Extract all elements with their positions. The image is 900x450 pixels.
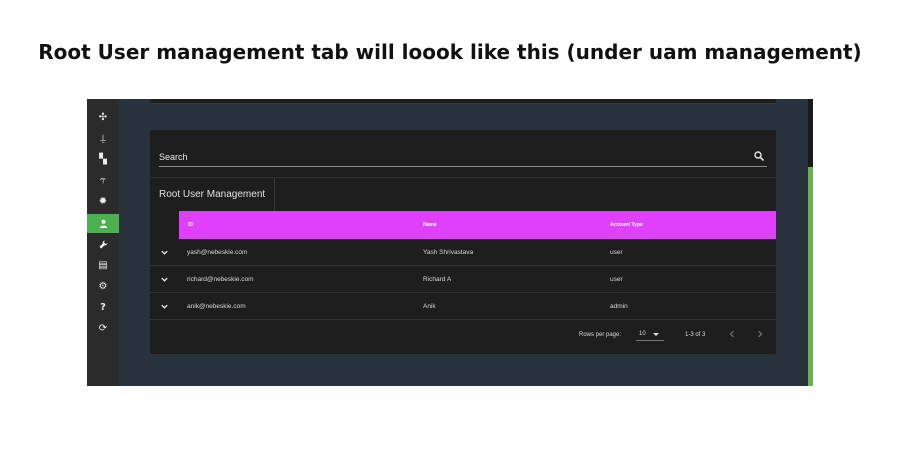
cell-account-type: user — [610, 248, 623, 256]
table-row[interactable]: yash@nebeskie.com Yash Shrivastava user — [150, 239, 776, 266]
rows-per-page-label: Rows per page: — [579, 332, 622, 338]
log-icon: ▤ — [98, 260, 108, 271]
bulb-icon: ✹ — [98, 196, 108, 207]
sidebar-item-sync[interactable]: ⟳ — [87, 319, 119, 338]
column-header-name[interactable]: Name — [423, 211, 437, 239]
help-icon: ? — [100, 302, 106, 313]
sidebar-item-help[interactable]: ? — [87, 298, 119, 317]
cell-name: Richard A — [423, 275, 452, 283]
column-header-id[interactable]: ID — [188, 211, 193, 239]
cell-account-type: admin — [610, 302, 628, 310]
chevron-left-icon[interactable] — [727, 329, 737, 339]
user-icon — [99, 219, 107, 228]
table-row[interactable]: richard@nebeskie.com Richard A user — [150, 266, 776, 293]
chevron-down-icon[interactable] — [160, 302, 169, 311]
sidebar-item-dashboard[interactable]: ▚ — [87, 150, 119, 169]
app-screenshot: ▬ ✣ ⍊ ▚ ⥾ ✹ ▤ ⚙ — [87, 99, 813, 386]
cell-name: Anik — [423, 302, 436, 310]
table-header-gutter — [150, 211, 179, 239]
sidebar-item-settings[interactable]: ⚙ — [87, 277, 119, 296]
scrollbar-thumb[interactable] — [808, 167, 813, 386]
sidebar-item-wrench[interactable] — [87, 235, 119, 254]
chevron-right-icon[interactable] — [755, 329, 765, 339]
caret-down-icon — [653, 333, 659, 336]
sidebar-item-tower[interactable]: ⍊ — [87, 129, 119, 148]
cell-account-type: user — [610, 275, 623, 283]
rows-per-page-select[interactable]: 10 — [636, 328, 664, 341]
chevron-down-icon[interactable] — [160, 248, 169, 257]
search-input[interactable] — [159, 150, 739, 164]
search-icon[interactable] — [753, 150, 765, 162]
table-header: ID Name Account Type — [150, 211, 776, 239]
uam-panel: Root User Management ID Name Account Typ… — [150, 130, 776, 354]
route-icon: ⥾ — [100, 175, 106, 186]
fan-icon: ✣ — [98, 112, 108, 123]
sidebar-item-fan[interactable]: ✣ — [87, 108, 119, 127]
table-header-bar — [179, 211, 776, 239]
cell-id: richard@nebeskie.com — [187, 275, 254, 283]
section-header: Root User Management — [150, 177, 776, 211]
sidebar: ▬ ✣ ⍊ ▚ ⥾ ✹ ▤ ⚙ — [87, 99, 119, 386]
table-row[interactable]: anik@nebeskie.com Anik admin — [150, 293, 776, 320]
table-pagination: Rows per page: 10 1-3 of 3 — [150, 323, 776, 351]
cell-id: yash@nebeskie.com — [187, 248, 248, 256]
sidebar-item-log[interactable]: ▤ — [87, 256, 119, 275]
sidebar-item-bulb[interactable]: ✹ — [87, 192, 119, 211]
sync-icon: ⟳ — [98, 323, 108, 334]
sidebar-item-users[interactable] — [87, 214, 119, 233]
search-bar — [159, 148, 767, 167]
sidebar-item-partial[interactable]: ▬ — [87, 99, 119, 106]
dashboard-icon: ▚ — [99, 154, 107, 165]
chevron-down-icon[interactable] — [160, 275, 169, 284]
pagination-range: 1-3 of 3 — [685, 332, 706, 338]
rows-per-page-value: 10 — [639, 331, 646, 337]
wrench-icon — [98, 240, 108, 249]
cell-name: Yash Shrivastava — [423, 248, 474, 256]
top-panel-edge — [150, 99, 776, 104]
gear-icon: ⚙ — [98, 281, 108, 292]
tower-icon: ⍊ — [100, 133, 106, 144]
cell-id: anik@nebeskie.com — [187, 302, 246, 310]
tab-root-user-management[interactable]: Root User Management — [150, 178, 276, 211]
page-caption: Root User management tab will loook like… — [38, 40, 862, 64]
sidebar-item-route[interactable]: ⥾ — [87, 171, 119, 190]
column-header-account-type[interactable]: Account Type — [610, 211, 643, 239]
